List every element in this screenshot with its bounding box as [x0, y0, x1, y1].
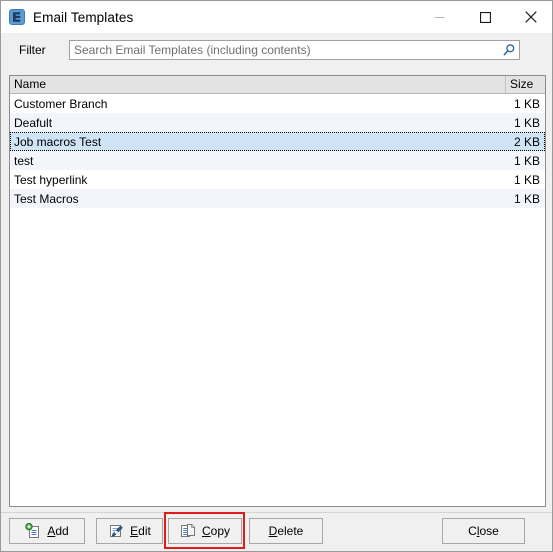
list-body: Customer Branch 1 KB Deafult 1 KB Job macros… [10, 94, 545, 208]
cell-name: test [14, 153, 34, 168]
list-header-row: Name Size [10, 76, 545, 94]
table-row[interactable]: Customer Branch 1 KB [10, 94, 545, 113]
close-dialog-button[interactable]: Close [442, 518, 525, 544]
table-row[interactable]: Test Macros 1 KB [10, 189, 545, 208]
close-button[interactable] [508, 2, 552, 33]
cell-size: 1 KB [513, 191, 540, 206]
close-dialog-button-label: Close [468, 524, 499, 538]
copy-button-label: Copy [201, 524, 231, 538]
email-template-app-icon [9, 9, 25, 25]
filter-input-wrapper[interactable] [69, 40, 520, 60]
maximize-button[interactable] [462, 2, 508, 33]
edit-document-icon [108, 523, 124, 539]
cell-name: Test hyperlink [14, 172, 88, 187]
email-templates-dialog: Email Templates Filter Search Email Temp… [0, 0, 553, 552]
title-bar: Email Templates [1, 1, 552, 34]
cell-name: Customer Branch [14, 96, 108, 111]
filter-label: Filter [19, 43, 46, 57]
column-header-size[interactable]: Size [506, 76, 545, 93]
cell-name: Test Macros [14, 191, 79, 206]
delete-button-label: Delete [268, 524, 304, 538]
add-button[interactable]: Add [9, 518, 85, 544]
table-row[interactable]: Job macros Test 2 KB [10, 132, 545, 151]
edit-button-label: Edit [130, 524, 151, 538]
delete-button[interactable]: Delete [249, 518, 323, 544]
cell-size: 1 KB [513, 153, 540, 168]
magnifier-icon[interactable] [499, 41, 519, 59]
templates-list[interactable]: Name Size Customer Branch 1 KB Deafult 1 KB… [9, 75, 546, 507]
table-row[interactable]: Deafult 1 KB [10, 113, 545, 132]
cell-size: 1 KB [513, 115, 540, 130]
copy-button[interactable]: Copy [168, 518, 242, 544]
window-controls [416, 2, 552, 33]
edit-button[interactable]: Edit [96, 518, 163, 544]
cell-size: 1 KB [513, 172, 540, 187]
add-button-label: Add [47, 524, 69, 538]
cell-name: Job macros Test [14, 134, 102, 149]
table-row[interactable]: Test hyperlink 1 KB [10, 170, 545, 189]
cell-name: Deafult [14, 115, 53, 130]
cell-size: 2 KB [513, 134, 540, 149]
column-header-name[interactable]: Name [10, 76, 506, 93]
new-document-icon [25, 522, 41, 539]
table-row[interactable]: test 1 KB [10, 151, 545, 170]
filter-search-input[interactable] [70, 42, 499, 58]
copy-documents-icon [180, 523, 196, 539]
minimize-button[interactable] [416, 2, 462, 33]
cell-size: 1 KB [513, 96, 540, 111]
window-title: Email Templates [33, 9, 134, 25]
